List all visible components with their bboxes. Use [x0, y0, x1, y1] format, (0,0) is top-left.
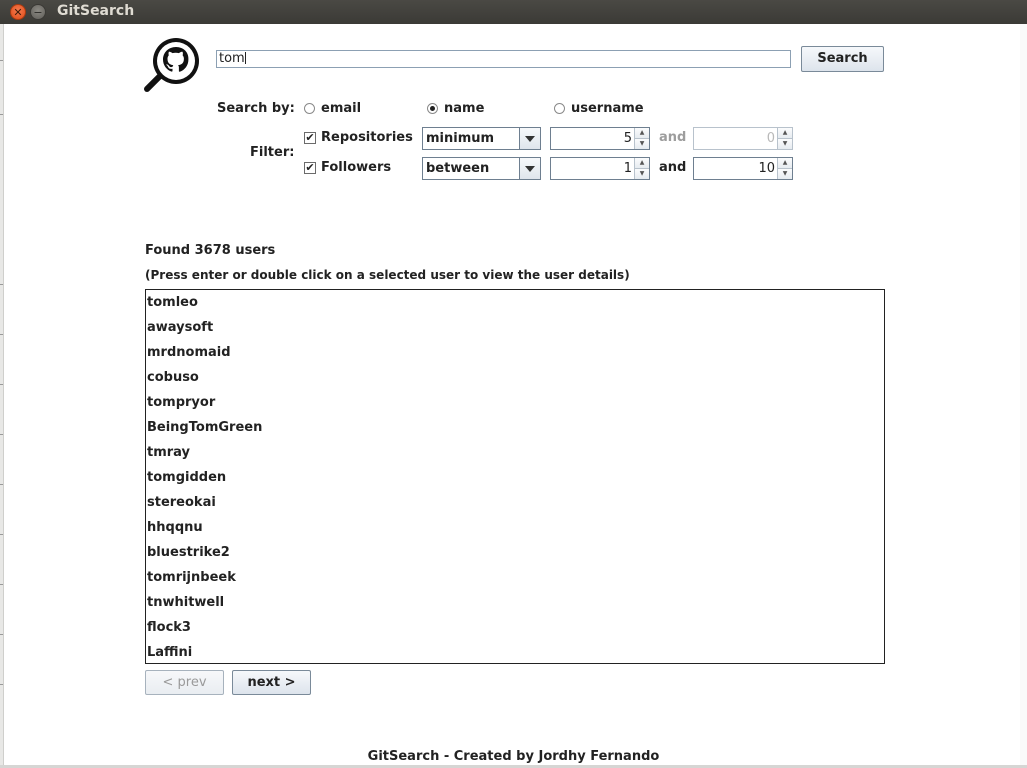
- search-by-label: Search by:: [217, 101, 295, 116]
- chevron-down-icon[interactable]: [519, 128, 540, 149]
- repositories-mode-select[interactable]: minimum: [422, 127, 541, 150]
- list-item[interactable]: stereokai: [147, 490, 216, 515]
- repositories-and-label: and: [659, 130, 687, 145]
- followers-and-label: and: [659, 160, 687, 175]
- list-item[interactable]: tomleo: [147, 290, 198, 315]
- chevron-down-icon[interactable]: [519, 158, 540, 179]
- list-item[interactable]: tnwhitwell: [147, 590, 224, 615]
- check-icon: ✔: [305, 161, 315, 174]
- spinner-down-icon: ▼: [778, 138, 792, 149]
- results-count: Found 3678 users: [145, 243, 276, 258]
- radio-email[interactable]: [304, 103, 315, 114]
- followers-checkbox[interactable]: ✔: [304, 162, 316, 174]
- list-item[interactable]: tompryor: [147, 390, 215, 415]
- repositories-label: Repositories: [321, 130, 413, 145]
- spinner-down-icon[interactable]: ▼: [635, 168, 649, 179]
- list-item[interactable]: hhqqnu: [147, 515, 203, 540]
- list-item[interactable]: Laffini: [147, 640, 192, 663]
- close-icon[interactable]: ✕: [10, 4, 26, 20]
- repositories-min-value: 5: [623, 131, 632, 146]
- minimize-icon[interactable]: −: [30, 4, 46, 20]
- radio-name[interactable]: [427, 103, 438, 114]
- followers-max-spinner[interactable]: 10 ▲ ▼: [693, 157, 793, 180]
- followers-max-value: 10: [758, 161, 775, 176]
- check-icon: ✔: [305, 131, 315, 144]
- repositories-checkbox[interactable]: ✔: [304, 132, 316, 144]
- window-title: GitSearch: [57, 3, 135, 19]
- filter-label: Filter:: [250, 145, 295, 160]
- followers-label: Followers: [321, 160, 392, 175]
- window-edge: [1020, 24, 1027, 768]
- results-hint: (Press enter or double click on a select…: [145, 268, 630, 282]
- github-search-logo: [144, 38, 199, 92]
- followers-mode-value: between: [426, 161, 490, 176]
- spinner-up-icon[interactable]: ▲: [635, 158, 649, 168]
- spinner-up-icon: ▲: [778, 128, 792, 138]
- footer-credit: GitSearch - Created by Jordhy Fernando: [367, 749, 660, 764]
- radio-username[interactable]: [554, 103, 565, 114]
- search-input[interactable]: tom: [216, 50, 791, 68]
- window-titlebar: ✕ − GitSearch: [0, 0, 1027, 24]
- list-item[interactable]: flock3: [147, 615, 191, 640]
- spinner-down-icon[interactable]: ▼: [778, 168, 792, 179]
- repositories-max-value: 0: [766, 131, 775, 146]
- search-query: tom: [219, 51, 245, 66]
- radio-name-label: name: [444, 101, 485, 116]
- spinner-up-icon[interactable]: ▲: [778, 158, 792, 168]
- radio-email-label: email: [321, 101, 362, 116]
- list-item[interactable]: BeingTomGreen: [147, 415, 262, 440]
- search-button[interactable]: Search: [801, 46, 884, 72]
- list-item[interactable]: tomrijnbeek: [147, 565, 236, 590]
- spinner-down-icon[interactable]: ▼: [635, 138, 649, 149]
- list-item[interactable]: tomgidden: [147, 465, 226, 490]
- next-page-button[interactable]: next >: [232, 670, 311, 695]
- list-item[interactable]: bluestrike2: [147, 540, 230, 565]
- list-item[interactable]: mrdnomaid: [147, 340, 231, 365]
- repositories-max-spinner: 0 ▲ ▼: [693, 127, 793, 150]
- prev-page-button: < prev: [145, 670, 224, 695]
- list-item[interactable]: tmray: [147, 440, 190, 465]
- followers-mode-select[interactable]: between: [422, 157, 541, 180]
- followers-min-spinner[interactable]: 1 ▲ ▼: [550, 157, 650, 180]
- spinner-up-icon[interactable]: ▲: [635, 128, 649, 138]
- radio-username-label: username: [571, 101, 644, 116]
- list-item[interactable]: awaysoft: [147, 315, 213, 340]
- followers-min-value: 1: [623, 161, 632, 176]
- list-item[interactable]: cobuso: [147, 365, 199, 390]
- repositories-mode-value: minimum: [426, 131, 495, 146]
- repositories-min-spinner[interactable]: 5 ▲ ▼: [550, 127, 650, 150]
- user-list[interactable]: tomleo awaysoft mrdnomaid cobuso tompryo…: [145, 289, 885, 664]
- background-window-edge: [0, 24, 4, 768]
